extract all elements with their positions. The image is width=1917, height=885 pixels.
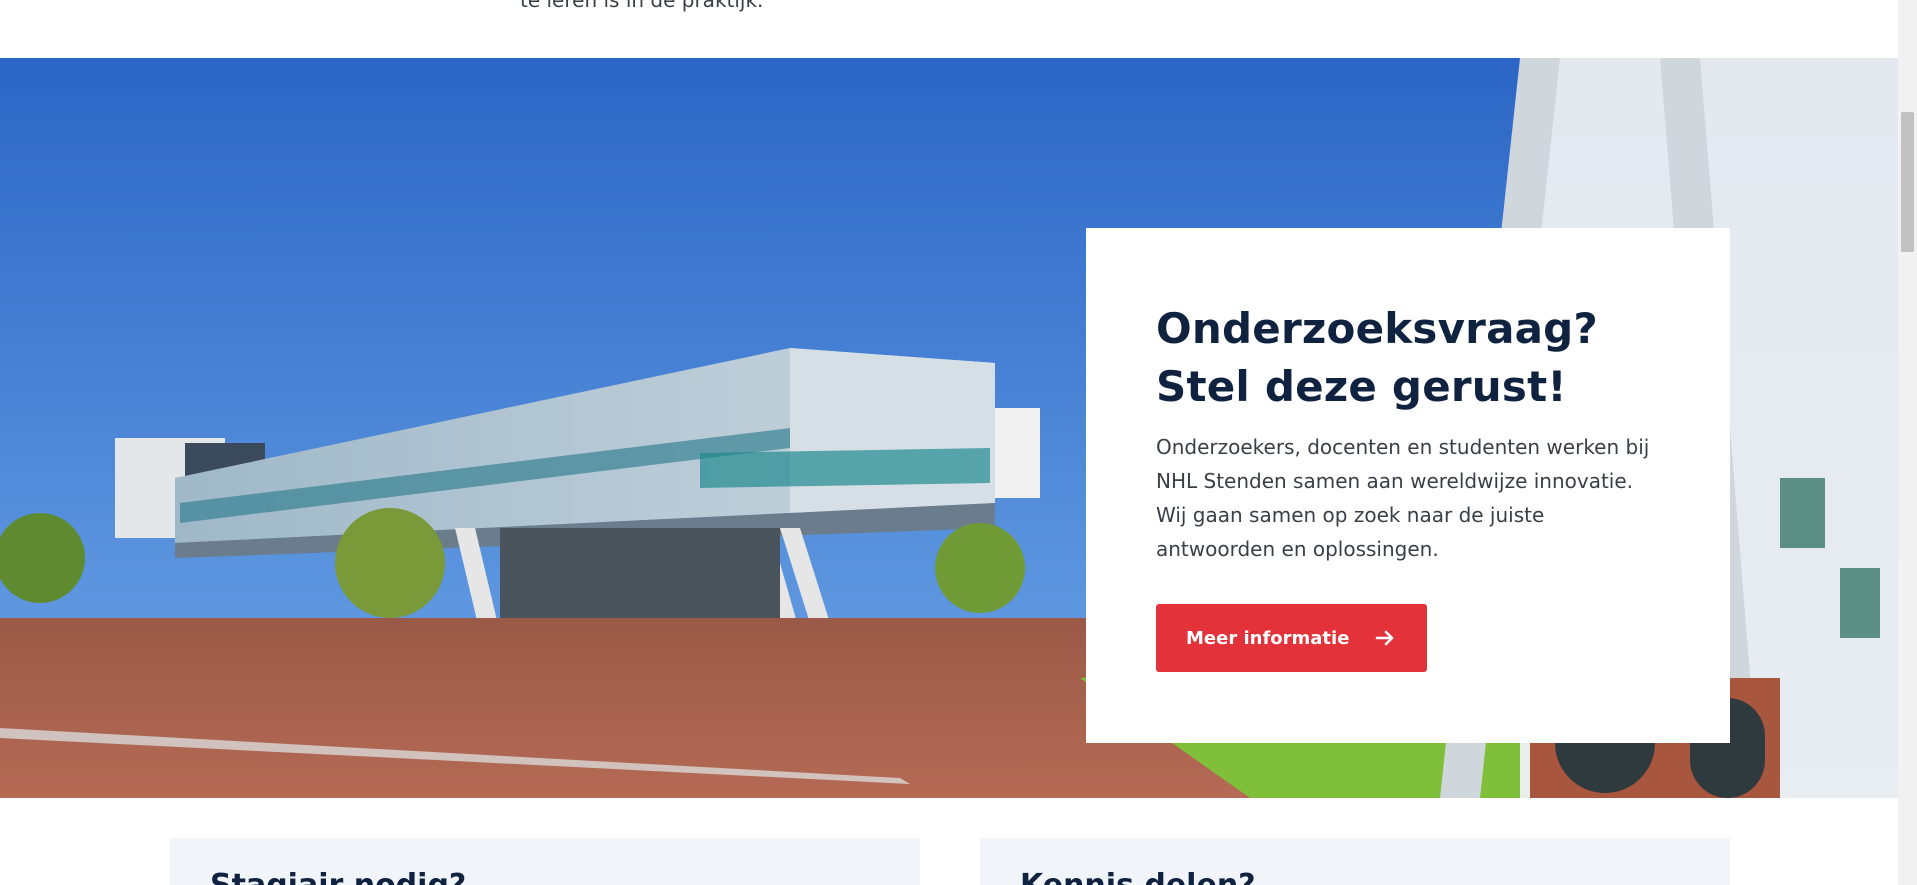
knowledge-card[interactable]: Kennis delen? xyxy=(980,838,1730,885)
cta-body-text: Onderzoekers, docenten en studenten werk… xyxy=(1156,435,1650,561)
page-scrollbar[interactable] xyxy=(1898,0,1917,885)
intern-card-title: Stagiair nodig? xyxy=(210,868,466,885)
arrow-right-icon xyxy=(1375,629,1395,647)
research-question-card: Onderzoeksvraag? Stel deze gerust! Onder… xyxy=(1086,228,1730,743)
more-info-button-label: Meer informatie xyxy=(1186,627,1350,649)
intro-tail-text: te leren is in de praktijk. xyxy=(520,0,764,12)
cta-title: Onderzoeksvraag? Stel deze gerust! xyxy=(1156,304,1598,411)
scrollbar-thumb[interactable] xyxy=(1901,112,1914,252)
knowledge-card-title: Kennis delen? xyxy=(1020,868,1256,885)
hero-section: Onderzoeksvraag? Stel deze gerust! Onder… xyxy=(0,58,1898,798)
info-cards-row: Stagiair nodig? Kennis delen? xyxy=(0,838,1898,885)
intern-card[interactable]: Stagiair nodig? xyxy=(170,838,920,885)
more-info-button[interactable]: Meer informatie xyxy=(1156,604,1428,672)
